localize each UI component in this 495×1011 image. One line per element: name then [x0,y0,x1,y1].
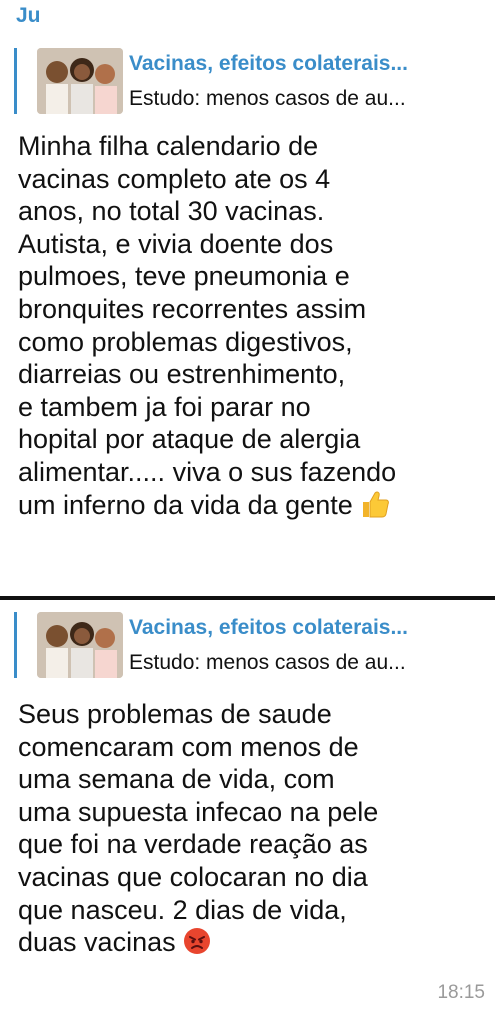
reply-thumbnail-image [37,612,123,678]
message-body: Minha filha calendario de vacinas comple… [18,131,397,520]
message-text: Minha filha calendario de vacinas comple… [18,130,488,525]
message-text: Seus problemas de saude comencaram com m… [18,698,488,963]
reply-title: Vacinas, efeitos colaterais... [129,52,408,75]
reply-text: Estudo: menos casos de au... [129,651,406,674]
reply-preview[interactable]: Vacinas, efeitos colaterais... Estudo: m… [14,48,408,114]
message-body: Seus problemas de saude comencaram com m… [18,699,379,958]
reply-text: Estudo: menos casos de au... [129,87,406,110]
thumbs-up-icon [360,490,390,526]
reply-title: Vacinas, efeitos colaterais... [129,616,408,639]
angry-face-icon [183,927,211,963]
divider [0,596,495,600]
reply-preview[interactable]: Vacinas, efeitos colaterais... Estudo: m… [14,612,408,678]
sender-name[interactable]: Ju [16,4,41,28]
reply-thumbnail-image [37,48,123,114]
message-timestamp: 18:15 [437,982,485,1003]
